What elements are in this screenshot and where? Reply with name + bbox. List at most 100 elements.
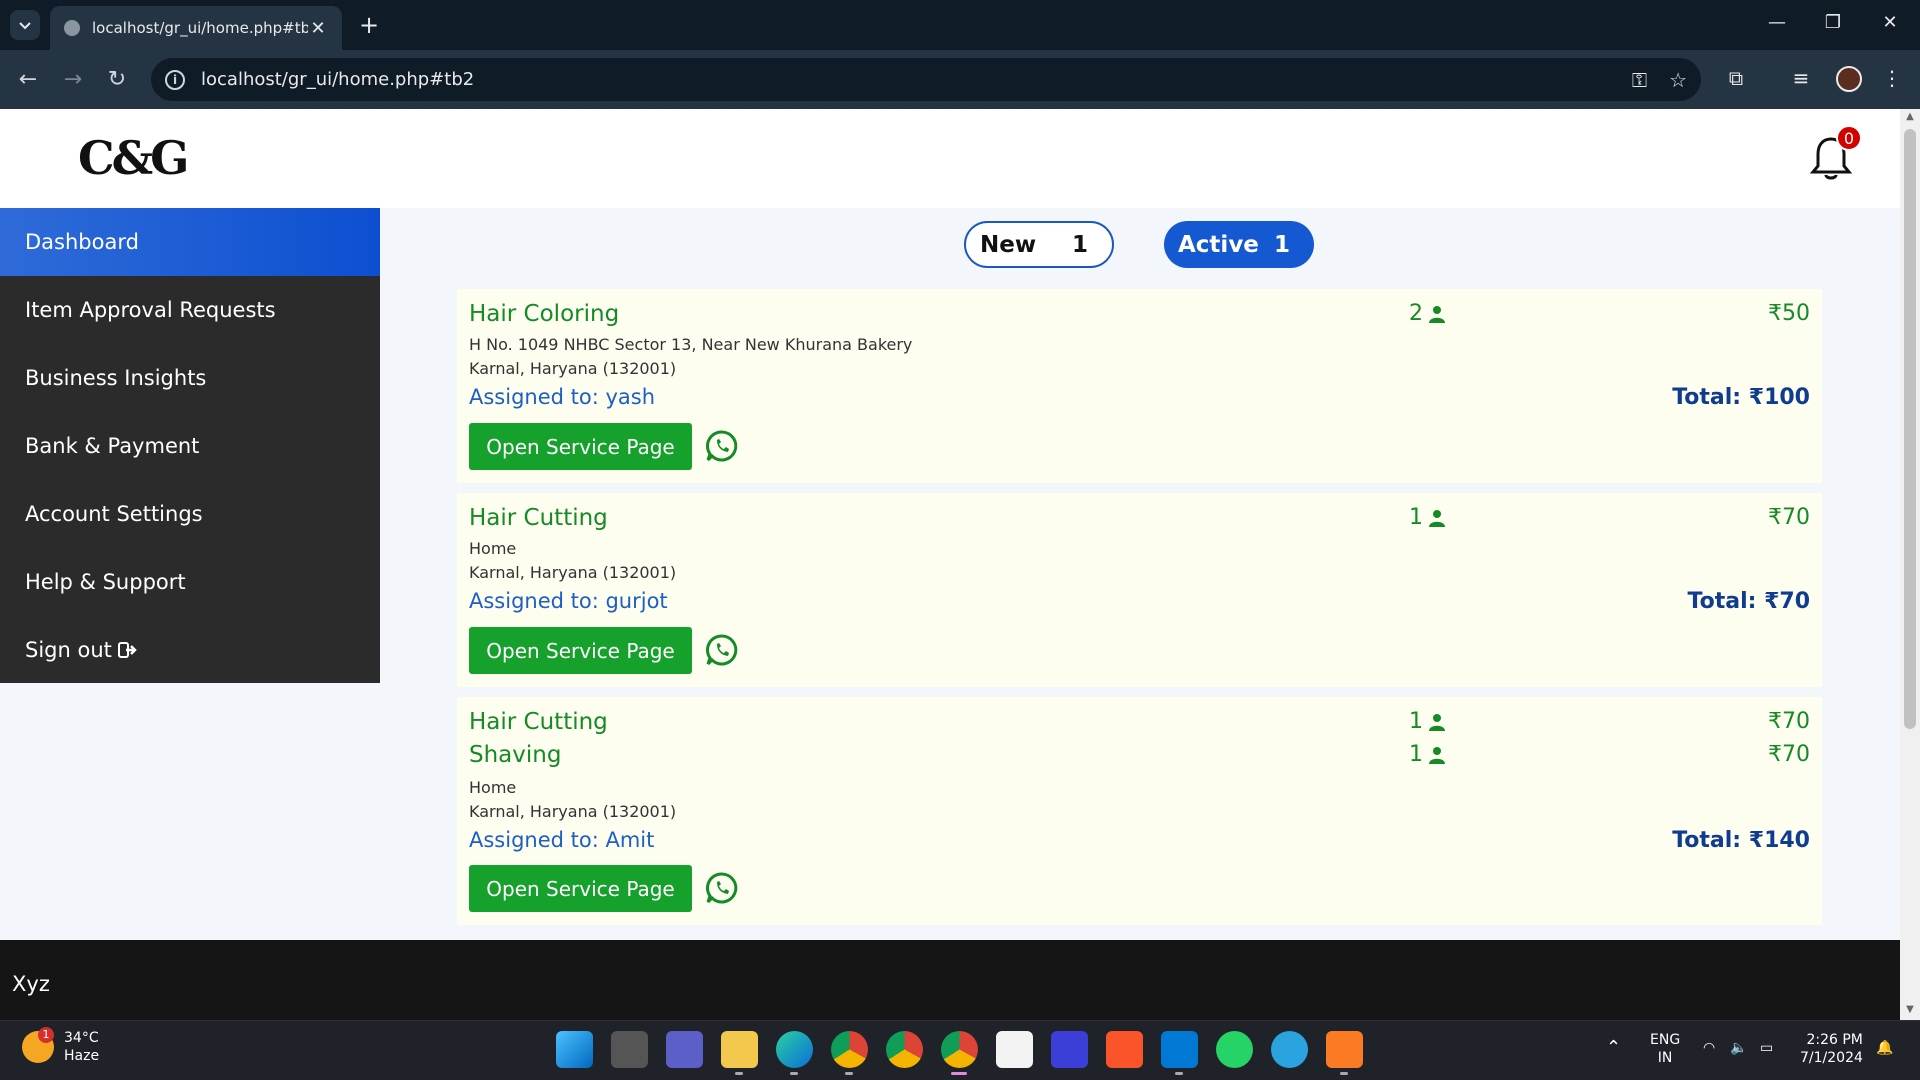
whatsapp-app-icon[interactable] [1216, 1031, 1253, 1068]
reload-icon[interactable]: ↻ [101, 64, 133, 96]
chrome-profile-icon[interactable] [886, 1031, 923, 1068]
store-icon[interactable] [996, 1031, 1033, 1068]
sidebar-item-label: Business Insights [25, 366, 207, 390]
brave-icon[interactable] [1106, 1031, 1143, 1068]
wifi-icon[interactable]: ◠ [1703, 1039, 1715, 1057]
minimize-button[interactable]: — [1762, 12, 1792, 33]
weather-badge: 1 [38, 1027, 54, 1043]
xampp-icon[interactable] [1326, 1031, 1363, 1075]
open-service-page-button[interactable]: Open Service Page [469, 423, 692, 470]
open-service-page-button[interactable]: Open Service Page [469, 865, 692, 912]
scroll-down-icon[interactable]: ▼ [1904, 1004, 1916, 1015]
page-scrollbar[interactable]: ▲ ▼ [1900, 109, 1920, 1020]
service-price: ₹70 [1768, 709, 1810, 734]
weather-temp: 34°C [64, 1030, 99, 1046]
scroll-up-icon[interactable]: ▲ [1904, 111, 1916, 122]
service-price: ₹70 [1768, 742, 1810, 767]
service-name: Hair Coloring [469, 301, 620, 327]
service-name: Hair Cutting [469, 505, 608, 531]
edge-icon[interactable] [776, 1031, 813, 1075]
order-card: Hair Cutting 1 ₹70 Shaving 1 ₹70 Home Ka… [457, 697, 1822, 925]
site-footer: Xyz [0, 940, 1900, 1020]
new-tab-button[interactable]: + [355, 11, 383, 39]
teams-icon[interactable] [666, 1031, 703, 1068]
service-qty-value: 1 [1409, 742, 1423, 767]
service-price: ₹50 [1768, 301, 1810, 326]
tab-title: localhost/gr_ui/home.php#tb2 [92, 19, 308, 37]
service-qty: 2 [1409, 301, 1445, 326]
back-arrow-icon[interactable]: ← [12, 64, 44, 96]
chevron-up-icon[interactable]: ⌃ [1606, 1039, 1621, 1057]
order-card: Hair Cutting 1 ₹70 Home Karnal, Haryana … [457, 493, 1822, 687]
web-page: C&G 0 Dashboard Item Approval Requests B… [0, 109, 1900, 1020]
sign-out-icon [117, 642, 137, 658]
sidebar-item-business-insights[interactable]: Business Insights [0, 344, 380, 412]
sidebar-item-item-approval-requests[interactable]: Item Approval Requests [0, 276, 380, 344]
editor-app-icon[interactable] [1051, 1031, 1088, 1068]
footer-text: Xyz [12, 972, 50, 996]
service-name: Hair Cutting [469, 709, 608, 735]
address-city: Karnal, Haryana (132001) [469, 563, 677, 582]
notification-center-icon[interactable]: 🔔 [1876, 1039, 1893, 1057]
battery-icon[interactable]: ▭ [1760, 1039, 1773, 1057]
sidebar-item-label: Help & Support [25, 570, 186, 594]
sidebar-item-bank-payment[interactable]: Bank & Payment [0, 412, 380, 480]
tab-active-count: 1 [1273, 231, 1290, 258]
sidebar-item-label: Bank & Payment [25, 434, 200, 458]
telegram-icon[interactable] [1271, 1031, 1308, 1068]
info-icon[interactable]: i [165, 69, 185, 90]
restore-button[interactable]: ❐ [1818, 12, 1848, 33]
clock[interactable]: 2:26 PM 7/1/2024 [1800, 1031, 1863, 1067]
sidebar-item-label: Item Approval Requests [25, 298, 276, 322]
profile-avatar[interactable] [1836, 66, 1862, 92]
weather-desc: Haze [64, 1048, 100, 1064]
menu-kebab-icon[interactable]: ⋮ [1878, 66, 1906, 90]
tab-active[interactable]: Active 1 [1164, 221, 1314, 268]
order-total: Total: ₹140 [1672, 828, 1810, 853]
address-bar[interactable]: i localhost/gr_ui/home.php#tb2 ⚿ ☆ [151, 58, 1701, 101]
close-icon[interactable]: ✕ [308, 18, 328, 39]
tab-active-label: Active [1178, 231, 1259, 258]
language-indicator[interactable]: ENG IN [1650, 1031, 1680, 1067]
os-taskbar: 1 34°C Haze ⌃ ENG IN ◠ 🔈 ▭ 2:26 PM 7/1/2… [0, 1020, 1920, 1080]
service-qty: 1 [1409, 709, 1445, 734]
windows-start-icon[interactable] [556, 1031, 593, 1068]
chrome-icon[interactable] [831, 1031, 868, 1075]
vscode-icon[interactable] [1161, 1031, 1198, 1075]
key-icon[interactable]: ⚿ [1632, 68, 1647, 92]
scroll-thumb[interactable] [1904, 129, 1916, 729]
file-explorer-icon[interactable] [721, 1031, 758, 1075]
whatsapp-icon[interactable] [705, 633, 739, 667]
whatsapp-icon[interactable] [705, 871, 739, 905]
whatsapp-icon[interactable] [705, 429, 739, 463]
task-view-icon[interactable] [611, 1031, 648, 1068]
person-icon [1429, 713, 1445, 731]
sidebar-item-sign-out[interactable]: Sign out [0, 616, 380, 684]
star-icon[interactable]: ☆ [1669, 68, 1687, 92]
url-text[interactable]: localhost/gr_ui/home.php#tb2 [201, 69, 1610, 90]
language-line1: ENG [1650, 1032, 1681, 1048]
browser-tab[interactable]: localhost/gr_ui/home.php#tb2 ✕ [50, 6, 342, 50]
sidebar-item-dashboard[interactable]: Dashboard [0, 208, 380, 276]
sidebar-item-label: Account Settings [25, 502, 203, 526]
close-window-button[interactable]: ✕ [1875, 12, 1905, 33]
media-control-icon[interactable]: ≡ [1787, 66, 1815, 90]
person-icon [1429, 746, 1445, 764]
chrome-active-icon[interactable] [941, 1031, 978, 1075]
sidebar-item-account-settings[interactable]: Account Settings [0, 480, 380, 548]
brand-logo[interactable]: C&G [78, 131, 189, 185]
forward-arrow-icon[interactable]: → [57, 64, 89, 96]
service-price: ₹70 [1768, 505, 1810, 530]
tab-new[interactable]: New 1 [964, 221, 1114, 268]
sidebar-item-label: Dashboard [25, 230, 139, 254]
service-qty-value: 2 [1409, 301, 1423, 326]
globe-icon [64, 20, 80, 36]
order-total: Total: ₹100 [1672, 385, 1810, 410]
sidebar-item-help-support[interactable]: Help & Support [0, 548, 380, 616]
weather-widget[interactable]: 1 34°C Haze [22, 1027, 100, 1065]
open-service-page-button[interactable]: Open Service Page [469, 627, 692, 674]
extensions-icon[interactable]: ⧉ [1722, 66, 1750, 90]
tab-search-button[interactable] [10, 10, 40, 40]
volume-icon[interactable]: 🔈 [1730, 1039, 1747, 1057]
address-line: Home [469, 778, 517, 797]
